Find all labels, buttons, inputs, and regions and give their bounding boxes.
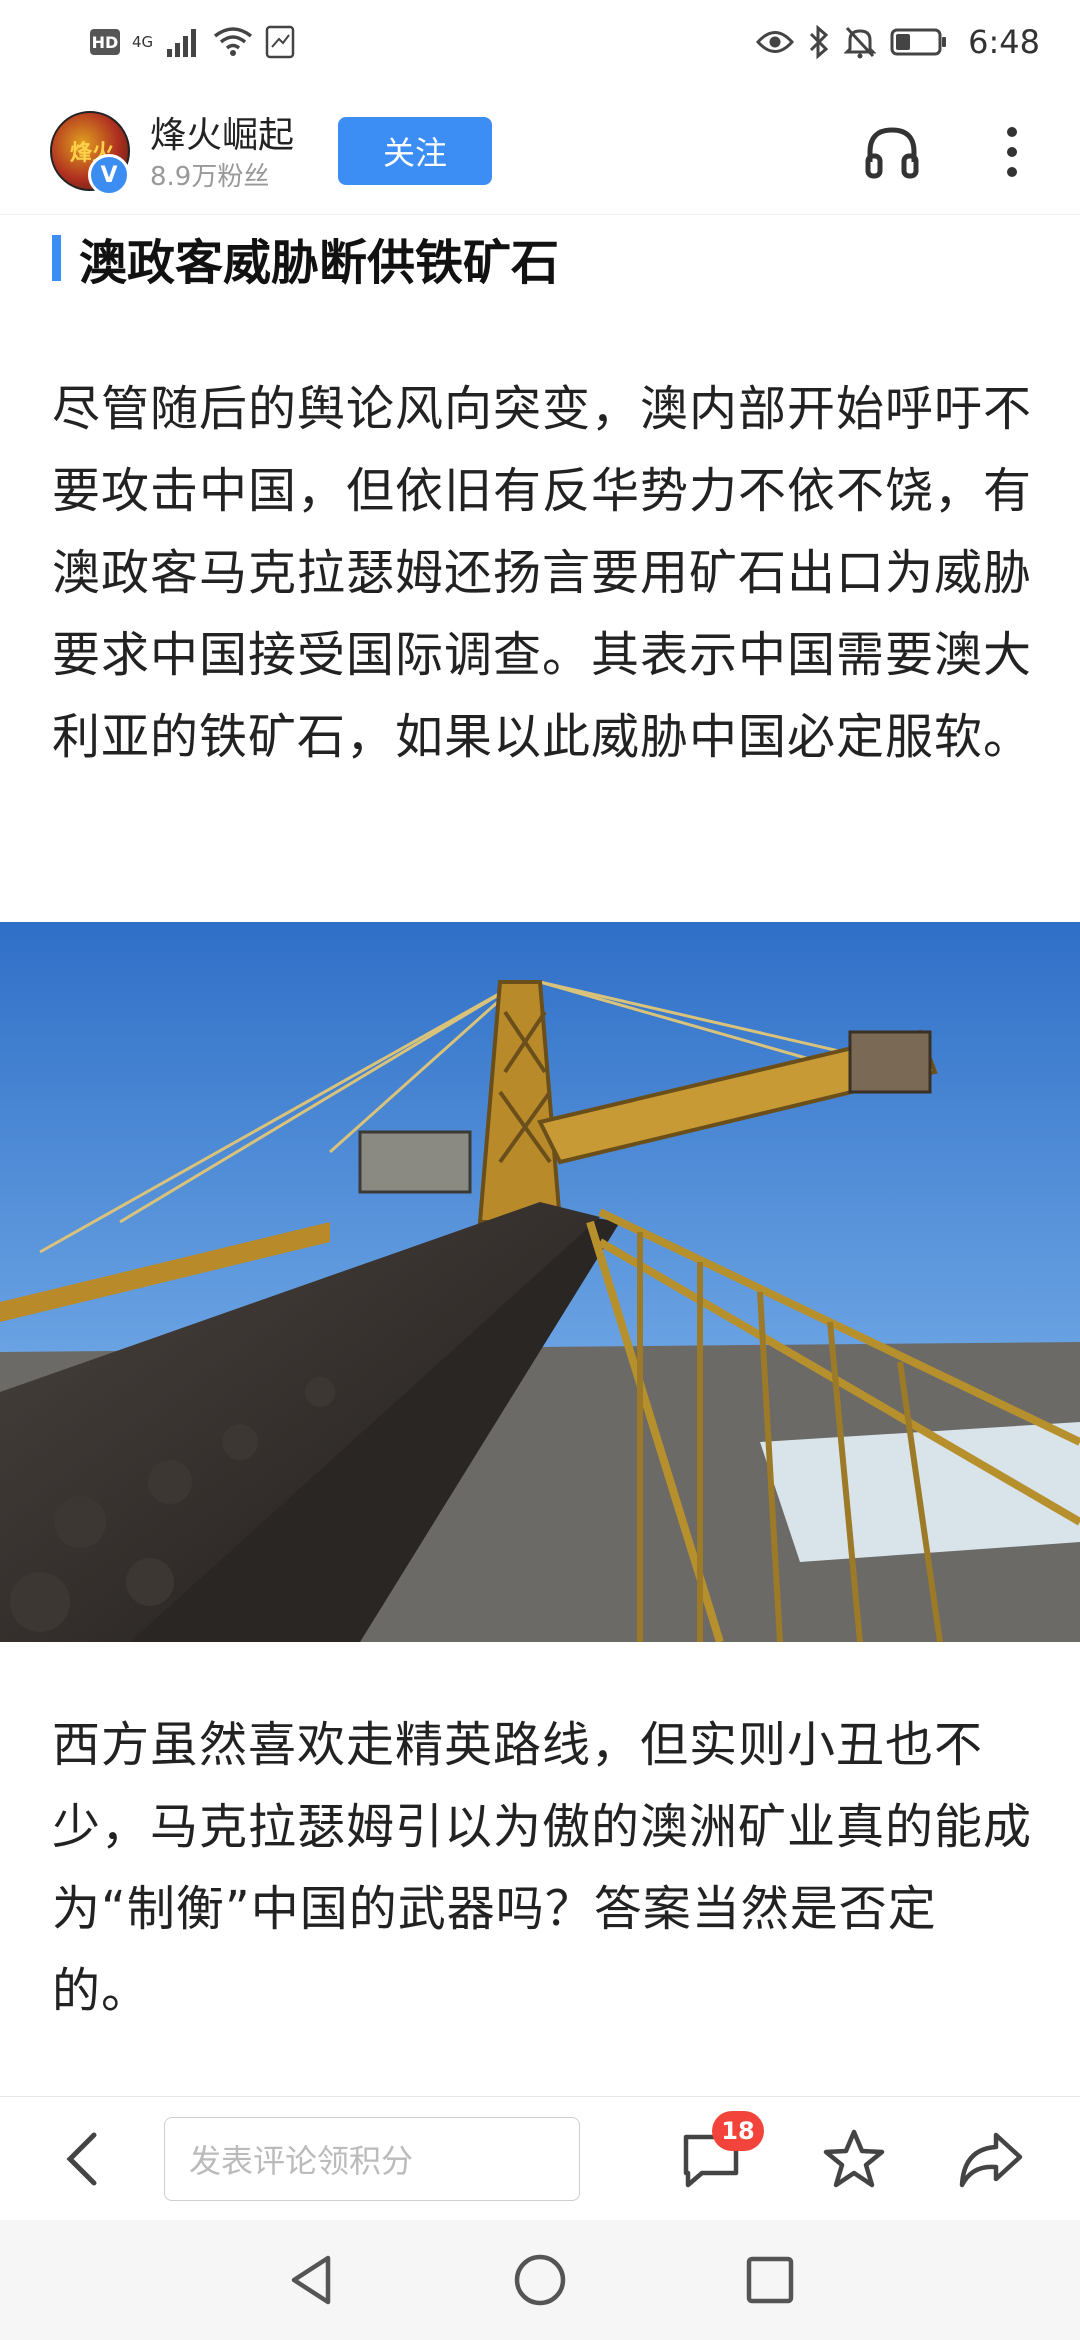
- back-arrow-icon[interactable]: [60, 2129, 104, 2189]
- nav-home-icon[interactable]: [510, 2250, 570, 2310]
- headphone-icon[interactable]: [862, 122, 922, 182]
- section-title-text: 澳政客威胁断供铁矿石: [79, 235, 560, 291]
- article-paragraph-1: 尽管随后的舆论风向突变，澳内部开始呼吁不要攻击中国，但依旧有反华势力不依不饶，有…: [52, 381, 1033, 765]
- comment-input[interactable]: 发表评论领积分: [164, 2117, 580, 2201]
- signal-icon: [167, 29, 197, 57]
- comment-count-badge: 18: [712, 2111, 764, 2151]
- title-accent-bar: [52, 235, 61, 281]
- fan-count: 8.9万粉丝: [150, 162, 270, 192]
- wifi-icon: [214, 27, 253, 56]
- status-bar: HD 4G 6:48: [0, 0, 1080, 84]
- section-title: 澳政客威胁断供铁矿石: [52, 228, 559, 291]
- bluetooth-icon: [810, 25, 829, 59]
- clock: 6:48: [968, 23, 1040, 61]
- article-header: 烽火 V 烽火崛起 8.9万粉丝 关注: [0, 84, 1080, 215]
- share-icon[interactable]: [958, 2127, 1024, 2191]
- article-image[interactable]: [0, 922, 1080, 1642]
- mute-icon: [844, 26, 877, 59]
- bottom-toolbar: 发表评论领积分 18: [0, 2096, 1080, 2221]
- nav-recent-apps-icon[interactable]: [740, 2250, 800, 2310]
- eye-icon: [756, 31, 795, 53]
- follow-button[interactable]: 关注: [338, 117, 492, 185]
- more-menu-icon[interactable]: [1000, 122, 1024, 182]
- battery-icon: [890, 28, 947, 56]
- hd-badge: HD: [90, 29, 120, 55]
- network-label: 4G: [132, 32, 154, 51]
- status-left: HD 4G: [90, 22, 295, 62]
- star-icon[interactable]: [822, 2127, 886, 2191]
- verified-badge-icon: V: [88, 154, 130, 196]
- status-right: 6:48: [756, 22, 1040, 62]
- sim-icon: [265, 25, 295, 59]
- system-nav-bar: [0, 2220, 1080, 2340]
- nav-back-icon[interactable]: [282, 2250, 342, 2310]
- author-name[interactable]: 烽火崛起: [150, 106, 294, 158]
- article-paragraph-2: 西方虽然喜欢走精英路线，但实则小丑也不少，马克拉瑟姆引以为傲的澳洲矿业真的能成为…: [52, 1717, 1033, 2019]
